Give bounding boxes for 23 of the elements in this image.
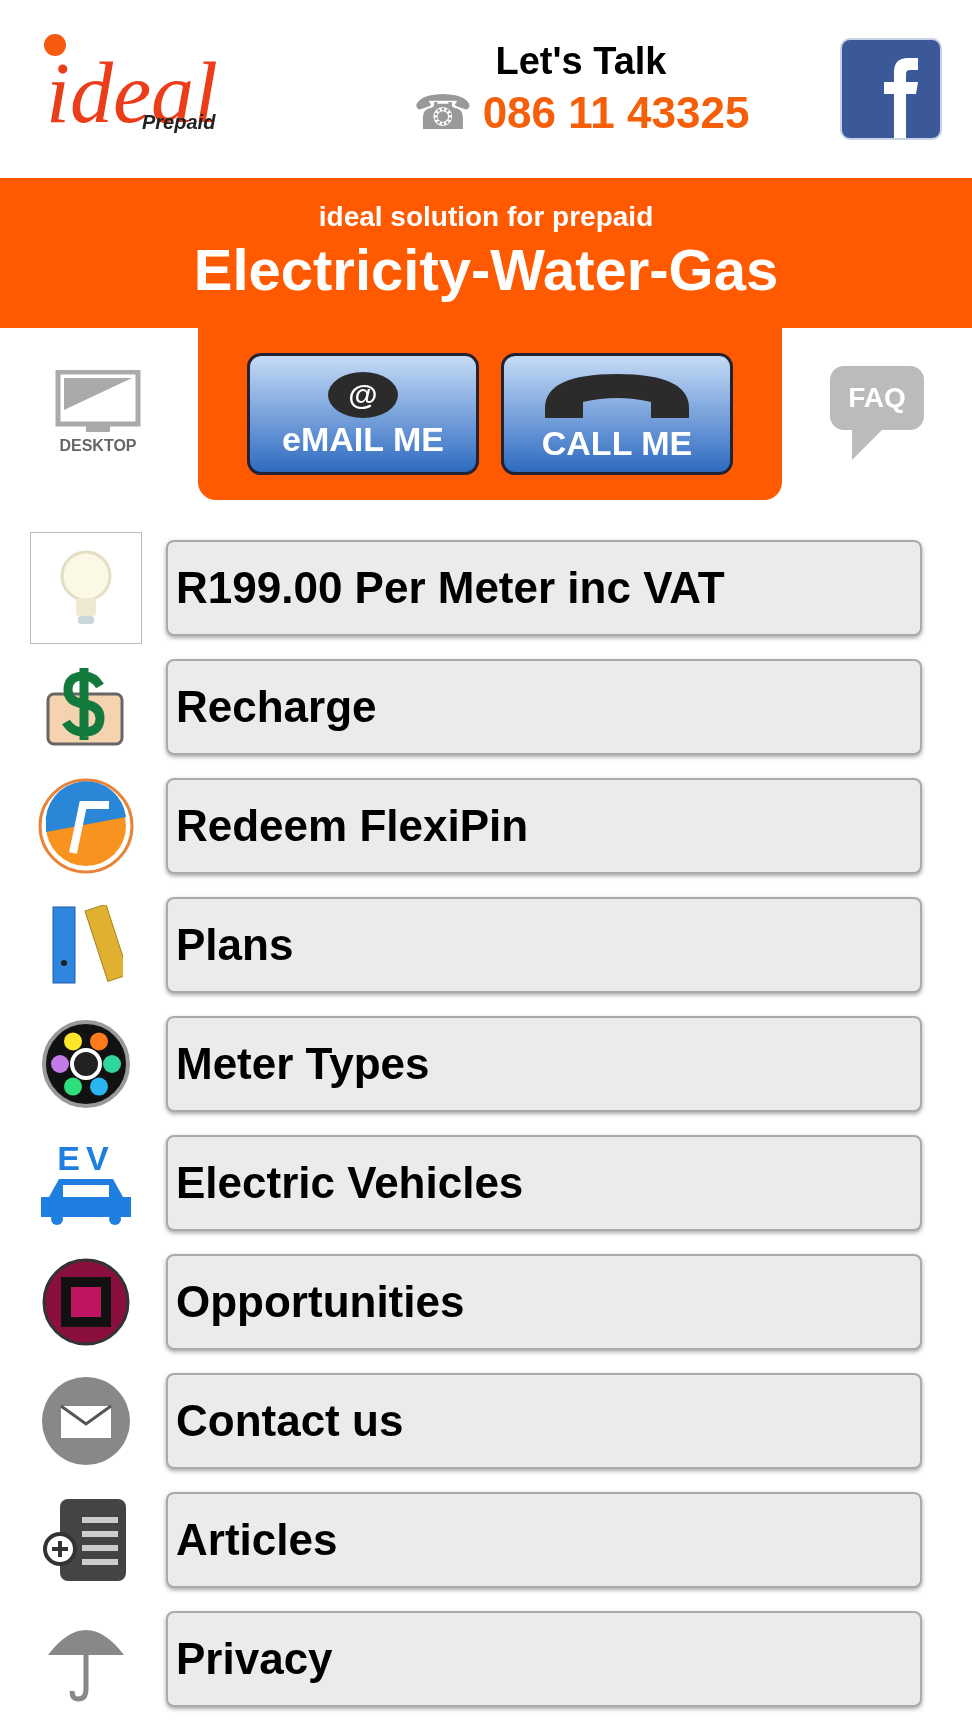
- binders-icon: [49, 905, 123, 985]
- email-button[interactable]: @ eMAIL ME: [247, 353, 479, 475]
- at-sign-icon: @: [328, 372, 398, 418]
- tagline: ideal solution for prepaid: [318, 200, 654, 235]
- menu-button[interactable]: Electric Vehicles: [166, 1135, 922, 1231]
- menu-button[interactable]: Opportunities: [166, 1254, 922, 1350]
- lightbulb-icon: [30, 532, 142, 644]
- facebook-icon[interactable]: [840, 38, 942, 140]
- menu-button[interactable]: Privacy: [166, 1611, 922, 1707]
- menu-button[interactable]: Articles: [166, 1492, 922, 1588]
- film-icon: [41, 1257, 131, 1347]
- menu-button[interactable]: R199.00 Per Meter inc VAT: [166, 540, 922, 636]
- contact-heading: Let's Talk: [495, 38, 667, 84]
- meter-icon: [41, 1019, 131, 1109]
- envelope-icon: [41, 1376, 131, 1466]
- menu-button[interactable]: Plans: [166, 897, 922, 993]
- menu-button[interactable]: Recharge: [166, 659, 922, 755]
- phone-icon: ☎: [412, 88, 473, 137]
- banner-title: Electricity-Water-Gas: [193, 236, 779, 305]
- menu-button[interactable]: Redeem FlexiPin: [166, 778, 922, 874]
- call-button[interactable]: CALL ME: [501, 353, 733, 475]
- menu-button[interactable]: Meter Types: [166, 1016, 922, 1112]
- menu-button[interactable]: Contact us: [166, 1373, 922, 1469]
